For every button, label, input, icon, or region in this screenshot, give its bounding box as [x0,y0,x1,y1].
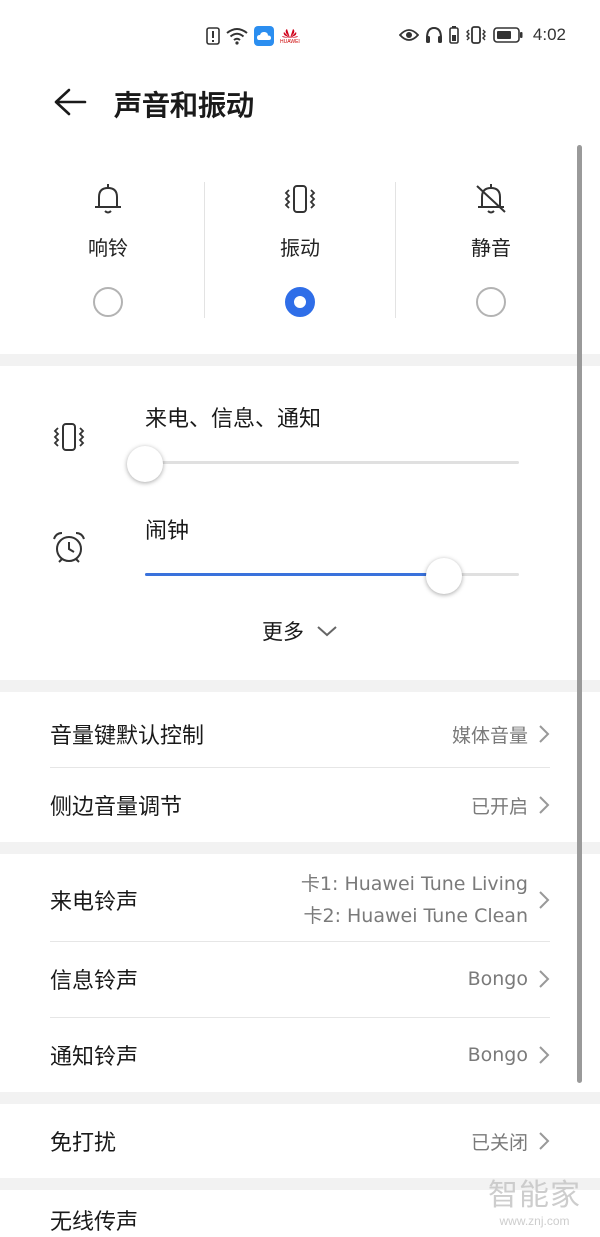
mode-vibrate[interactable]: 振动 [210,180,390,317]
volume-key-default-row[interactable]: 音量键默认控制 媒体音量 [50,700,550,768]
alert-icon [206,27,220,45]
watermark: 智能家 www.znj.com [488,1170,581,1228]
battery-small-icon [449,26,459,44]
vibrate-status-icon [465,26,486,44]
row-title: 信息铃声 [50,969,139,994]
vibrate-icon [53,423,85,451]
alarm-clock-icon [53,532,85,563]
row-value: Bongo [468,1044,550,1066]
row-title: 音量键默认控制 [50,724,205,749]
volume-card: 来电、信息、通知 闹钟 更多 [0,366,600,680]
back-button[interactable] [50,82,90,122]
watermark-brand: 智能家 [488,1178,581,1213]
ringtone-card: 来电铃声 卡1: Huawei Tune Living 卡2: Huawei T… [0,854,600,1092]
row-value-text: 已关闭 [470,1131,528,1154]
wifi-icon [226,28,248,45]
row-value-text: Bongo [467,968,528,990]
wireless-audio-row[interactable]: 无线传声 [50,1204,550,1237]
message-tone-row[interactable]: 信息铃声 Bongo [50,944,550,1014]
chevron-right-icon [539,1046,550,1064]
mode-radio-vibrate[interactable] [285,287,315,317]
row-value: 媒体音量 [452,721,550,748]
bell-off-icon [476,184,506,214]
row-title: 侧边音量调节 [50,795,183,820]
status-system: 4:02 [398,25,566,45]
slider-fill [145,573,445,576]
row-value-text: Bongo [467,1044,528,1066]
mode-label: 振动 [280,236,320,260]
more-label: 更多 [262,620,304,644]
back-arrow-icon [54,88,87,116]
huawei-brand-text: HUAWEI [280,39,300,45]
chevron-right-icon [539,891,550,909]
chevron-right-icon [539,725,550,743]
mode-label: 静音 [471,236,511,260]
mode-radio-ring[interactable] [93,287,123,317]
sim1-ringtone: 卡1: Huawei Tune Living [300,873,528,895]
row-title: 无线传声 [50,1210,139,1235]
volume-key-card: 音量键默认控制 媒体音量 侧边音量调节 已开启 [0,692,600,842]
mode-ring[interactable]: 响铃 [18,180,198,317]
sim2-ringtone: 卡2: Huawei Tune Clean [303,905,528,927]
ring-volume-label: 来电、信息、通知 [145,407,322,432]
notification-tone-row[interactable]: 通知铃声 Bongo [50,1020,550,1090]
slider-track [145,461,519,464]
row-value-text: 已开启 [470,795,528,818]
eye-icon [398,29,419,41]
row-title: 免打扰 [50,1131,117,1156]
mode-radio-silent[interactable] [476,287,506,317]
chevron-right-icon [539,1132,550,1150]
row-title: 通知铃声 [50,1045,139,1070]
ring-volume-slider[interactable] [127,446,519,482]
mode-silent[interactable]: 静音 [401,180,581,317]
alarm-volume-slider[interactable] [145,558,519,594]
divider [395,182,396,318]
row-title: 来电铃声 [50,890,139,915]
scrollbar[interactable] [577,145,582,1083]
sound-mode-card: 响铃 振动 静音 [0,142,600,354]
huawei-logo-icon [281,29,298,38]
row-value-text: 媒体音量 [451,724,528,747]
status-bar: HUAWEI 4:02 [0,0,600,70]
chevron-down-icon [317,626,337,637]
row-value: 已关闭 [471,1128,550,1155]
vibrate-icon [284,185,316,213]
battery-icon [493,27,523,43]
divider [204,182,205,318]
mode-label: 响铃 [88,236,128,260]
slider-thumb[interactable] [127,446,163,482]
more-button[interactable]: 更多 [0,616,600,646]
divider [50,941,550,942]
page-header: 声音和振动 [0,70,600,142]
row-value-lines: 卡1: Huawei Tune Living 卡2: Huawei Tune C… [301,868,528,932]
bell-icon [95,184,121,214]
slider-thumb[interactable] [426,558,463,594]
page-title: 声音和振动 [114,89,255,122]
row-value: Bongo [468,968,550,990]
row-value: 卡1: Huawei Tune Living 卡2: Huawei Tune C… [301,868,550,932]
cloud-icon [254,26,274,46]
status-notifications: HUAWEI [206,26,300,46]
side-volume-row[interactable]: 侧边音量调节 已开启 [50,770,550,840]
ringtone-row[interactable]: 来电铃声 卡1: Huawei Tune Living 卡2: Huawei T… [50,860,550,940]
dnd-card: 免打扰 已关闭 [0,1104,600,1178]
watermark-url: www.znj.com [499,1214,570,1228]
headphones-icon [425,26,442,43]
chevron-right-icon [539,970,550,988]
chevron-right-icon [539,796,550,814]
alarm-volume-label: 闹钟 [145,519,190,544]
do-not-disturb-row[interactable]: 免打扰 已关闭 [50,1106,550,1176]
divider [50,1017,550,1018]
divider [50,767,550,768]
row-value: 已开启 [471,792,550,819]
status-time: 4:02 [532,25,566,44]
